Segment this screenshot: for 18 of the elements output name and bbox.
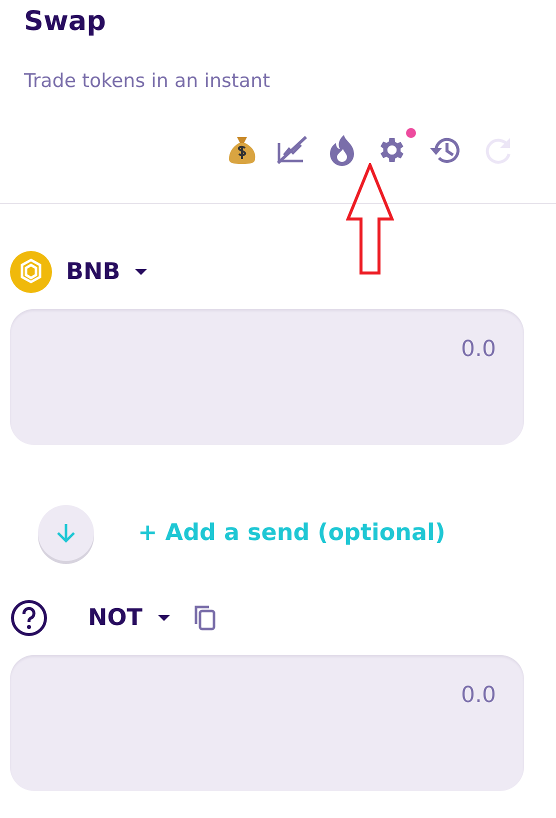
coin-icon xyxy=(10,251,52,293)
token-select[interactable]: BNB xyxy=(66,259,148,285)
money-bag-icon[interactable] xyxy=(228,135,256,165)
subtitle: Trade tokens in an instant xyxy=(24,70,270,92)
amount-field[interactable]: 0.0 xyxy=(10,655,524,791)
add-send-link[interactable]: + Add a send (optional) xyxy=(138,520,446,546)
notification-dot xyxy=(406,128,416,138)
caret-icon xyxy=(156,614,170,622)
caret-icon xyxy=(134,268,148,276)
page-title: Swap xyxy=(24,5,107,39)
switch-button[interactable] xyxy=(38,505,94,561)
amount-field[interactable]: 0.0 xyxy=(10,309,524,445)
flame-icon[interactable] xyxy=(328,134,356,166)
chart-off-icon[interactable] xyxy=(276,135,308,165)
token-select[interactable]: NOT xyxy=(88,605,170,631)
copy-icon[interactable] xyxy=(192,604,216,632)
down-arrow-icon xyxy=(54,521,78,545)
help-icon xyxy=(10,599,48,637)
